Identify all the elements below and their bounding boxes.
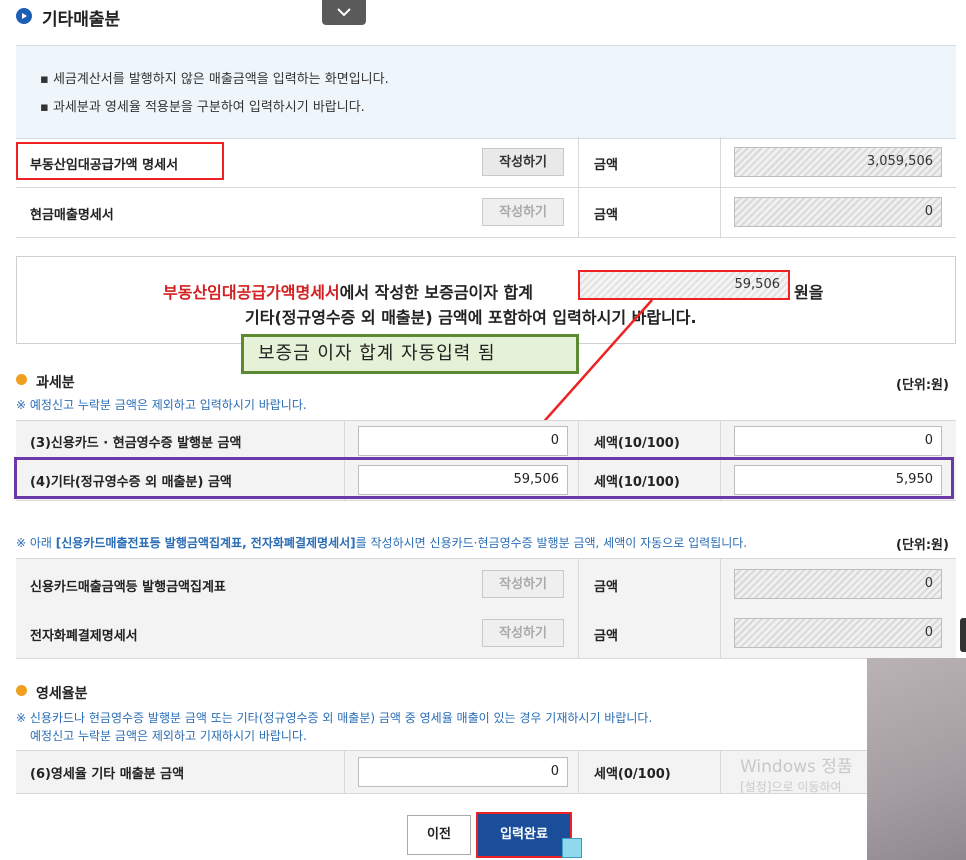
row-label: 신용카드매출금액등 발행금액집계표 [30, 580, 226, 595]
section-bullet-icon [16, 685, 27, 696]
row-label: (3)신용카드 · 현금영수증 발행분 금액 [30, 436, 242, 451]
taxable-note: ※ 예정신고 누락분 금액은 제외하고 입력하시기 바랍니다. [16, 398, 307, 412]
submit-button[interactable]: 입력완료 [476, 812, 572, 858]
row-label: (6)영세율 기타 매출분 금액 [30, 767, 185, 782]
zero-rate-note-2: 예정신고 누락분 금액은 제외하고 기재하시기 바랍니다. [30, 729, 307, 743]
webcam-overlay [867, 658, 966, 860]
write-button[interactable]: 작성하기 [482, 570, 564, 598]
auto-input-callout: 보증금 이자 합계 자동입력 됨 [241, 334, 579, 374]
amount-field: 0 [734, 618, 942, 648]
card-statement-note: ※ 아래 [신용카드매출전표등 발행금액집계표, 전자화폐결제명세서]를 작성하… [16, 536, 748, 550]
cursor-marker [562, 838, 582, 858]
unit-label: (단위:원) [896, 538, 949, 553]
windows-watermark-sub: [설정]으로 이동하여 [740, 780, 842, 794]
highlight-box [14, 457, 954, 499]
windows-watermark: Windows 정품 [740, 757, 853, 777]
taxable-title: 과세분 [36, 375, 75, 391]
prev-button[interactable]: 이전 [407, 815, 471, 855]
card-cash-row: (3)신용카드 · 현금영수증 발행분 금액 0 세액(10/100) 0 [16, 420, 956, 462]
amount-field: 0 [734, 569, 942, 599]
amount-label: 금액 [594, 629, 618, 644]
write-button[interactable]: 작성하기 [482, 619, 564, 647]
tax-label: 세액(10/100) [594, 436, 680, 451]
zero-rate-title: 영세율분 [36, 686, 88, 702]
card-cash-amount-input[interactable]: 0 [358, 426, 568, 456]
row-label: 전자화폐결제명세서 [30, 629, 138, 644]
zero-rate-note-1: ※ 신용카드나 현금영수증 발행분 금액 또는 기타(정규영수증 외 매출분) … [16, 711, 653, 725]
scroll-handle[interactable] [960, 618, 966, 652]
tax-label: 세액(0/100) [594, 767, 671, 782]
section-bullet-icon [16, 374, 27, 385]
card-cash-tax-input[interactable]: 0 [734, 426, 942, 456]
card-summary-row: 신용카드매출금액등 발행금액집계표 작성하기 금액 0 [16, 558, 956, 610]
unit-label: (단위:원) [896, 378, 949, 393]
amount-label: 금액 [594, 580, 618, 595]
e-money-row: 전자화폐결제명세서 작성하기 금액 0 [16, 608, 956, 659]
zero-rate-amount-input[interactable]: 0 [358, 757, 568, 787]
